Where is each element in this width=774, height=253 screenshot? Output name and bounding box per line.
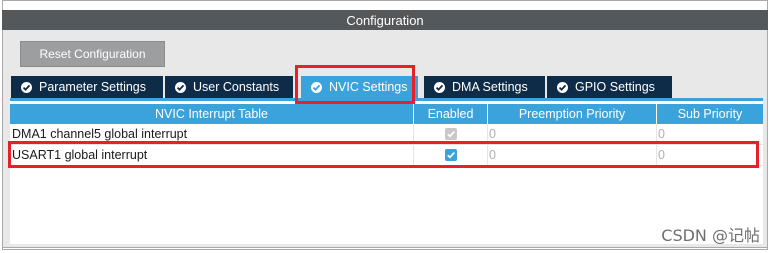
tab-label: GPIO Settings xyxy=(575,80,655,94)
column-header-enabled[interactable]: Enabled xyxy=(414,104,488,124)
tab-user-constants[interactable]: User Constants xyxy=(165,76,293,98)
settings-tab-bar: Parameter Settings User Constants NVIC S… xyxy=(11,76,674,98)
sub-priority-value[interactable]: 0 xyxy=(657,124,763,144)
preemption-priority-value[interactable]: 0 xyxy=(488,124,657,144)
check-circle-icon xyxy=(21,81,32,93)
reset-configuration-button[interactable]: Reset Configuration xyxy=(20,41,165,67)
interrupt-name: DMA1 channel5 global interrupt xyxy=(10,124,414,144)
window-title: Configuration xyxy=(346,12,424,28)
tab-nvic-settings[interactable]: NVIC Settings xyxy=(301,76,418,98)
column-header-nvic-interrupt-table[interactable]: NVIC Interrupt Table xyxy=(10,104,414,124)
tab-gpio-settings[interactable]: GPIO Settings xyxy=(547,76,672,98)
check-circle-icon xyxy=(434,81,445,93)
tab-label: NVIC Settings xyxy=(329,80,408,94)
table-row[interactable]: DMA1 channel5 global interrupt 0 0 xyxy=(10,124,763,145)
preemption-priority-value[interactable]: 0 xyxy=(488,145,657,165)
tab-dma-settings[interactable]: DMA Settings xyxy=(424,76,545,98)
tab-label: Parameter Settings xyxy=(39,80,146,94)
column-header-sub-priority[interactable]: Sub Priority xyxy=(657,104,763,124)
table-header-row: NVIC Interrupt Table Enabled Preemption … xyxy=(10,104,763,124)
sub-priority-value[interactable]: 0 xyxy=(657,145,763,165)
enabled-cell xyxy=(414,124,488,144)
table-row[interactable]: USART1 global interrupt 0 0 xyxy=(10,145,763,166)
enabled-cell xyxy=(414,145,488,165)
check-circle-icon xyxy=(557,81,568,93)
column-header-preemption-priority[interactable]: Preemption Priority xyxy=(488,104,657,124)
watermark-text: CSDN @记帖 xyxy=(661,226,760,245)
tab-label: User Constants xyxy=(193,80,280,94)
check-circle-icon xyxy=(175,81,186,93)
check-circle-icon xyxy=(311,81,322,93)
interrupt-name: USART1 global interrupt xyxy=(10,145,414,165)
enabled-checkbox[interactable] xyxy=(444,128,457,140)
tab-label: DMA Settings xyxy=(452,80,528,94)
tab-parameter-settings[interactable]: Parameter Settings xyxy=(11,76,163,98)
reset-configuration-label: Reset Configuration xyxy=(39,47,146,61)
configuration-title-bar: Configuration xyxy=(2,10,768,30)
enabled-checkbox[interactable] xyxy=(444,149,457,161)
nvic-interrupt-table: NVIC Interrupt Table Enabled Preemption … xyxy=(10,98,763,244)
